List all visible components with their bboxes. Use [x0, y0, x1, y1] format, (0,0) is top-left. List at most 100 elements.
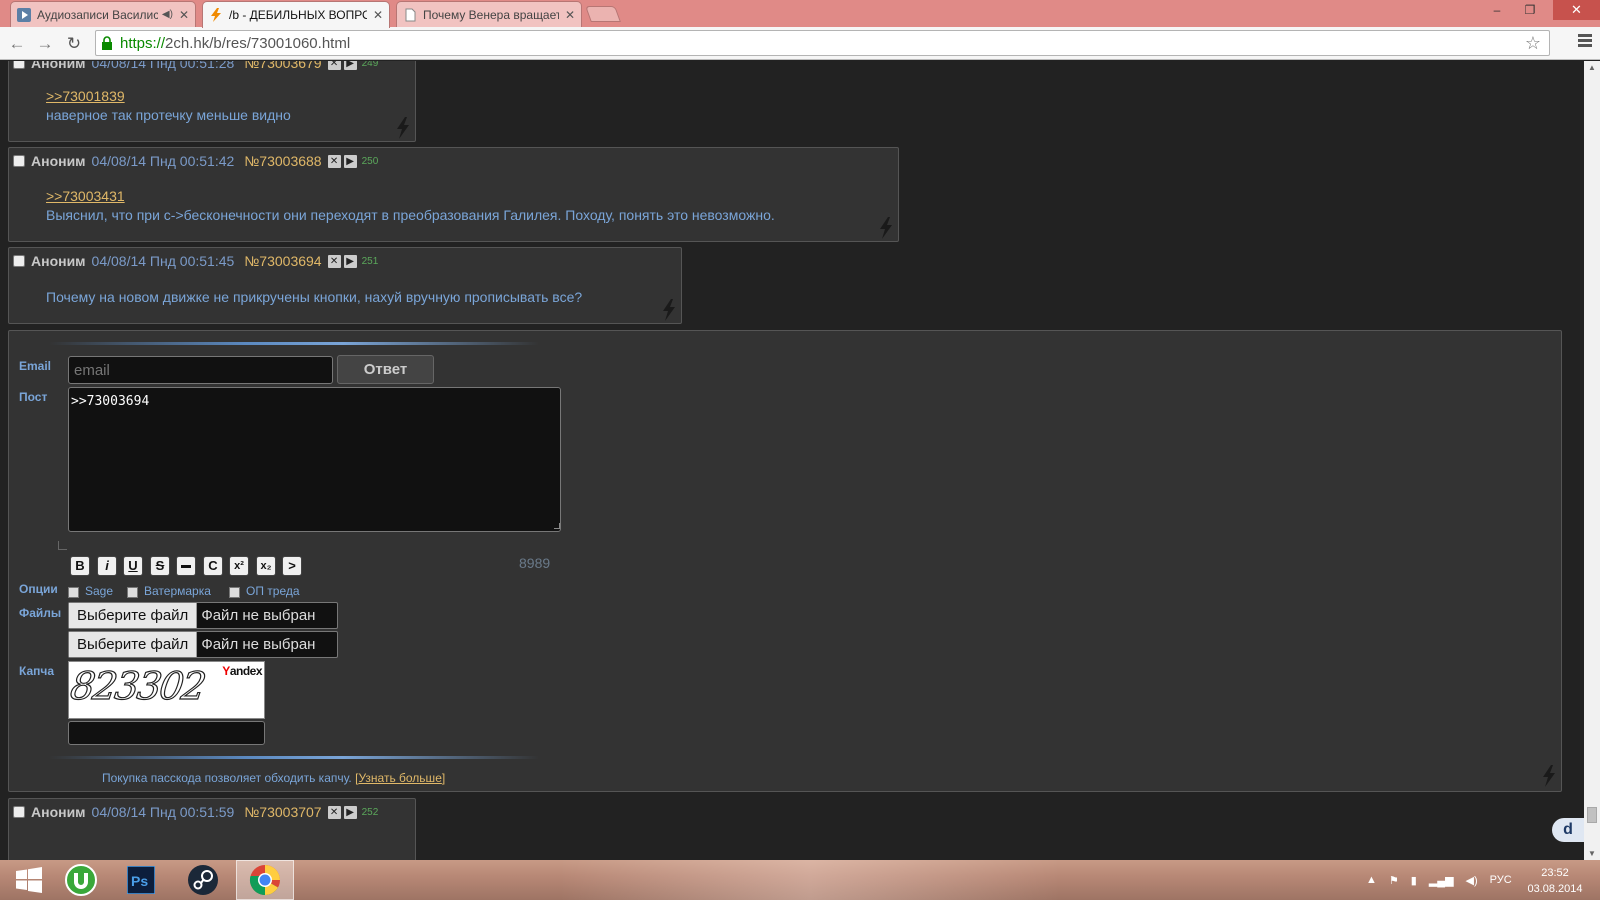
scroll-thumb[interactable]: [1587, 807, 1597, 823]
maximize-button[interactable]: ❐: [1515, 0, 1545, 20]
resize-grip[interactable]: [554, 523, 560, 529]
post-number[interactable]: №73003707: [244, 804, 321, 820]
op-label: ОП треда: [246, 584, 300, 598]
minimize-button[interactable]: –: [1482, 0, 1512, 20]
scroll-down-icon[interactable]: ▼: [1588, 849, 1596, 858]
post-text: Почему на новом движке не прикручены кно…: [46, 289, 583, 305]
scroll-up-icon[interactable]: ▲: [1588, 63, 1596, 72]
post-number[interactable]: №73003694: [244, 253, 321, 269]
back-arrow-icon[interactable]: ←: [7, 34, 27, 54]
close-window-button[interactable]: ✕: [1553, 0, 1600, 20]
choose-file-button[interactable]: Выберите файл: [69, 603, 198, 628]
captcha-input[interactable]: [68, 721, 265, 745]
choose-file-button[interactable]: Выберите файл: [69, 632, 198, 657]
hide-post-icon[interactable]: ✕: [327, 61, 341, 70]
post-number[interactable]: №73003679: [244, 61, 321, 71]
lightning-icon: [209, 8, 223, 22]
post-checkbox[interactable]: [13, 61, 25, 69]
bookmark-star-icon[interactable]: ☆: [1525, 33, 1541, 54]
learn-more-link[interactable]: Узнать больше: [358, 771, 441, 785]
tab-close-icon[interactable]: ✕: [565, 8, 575, 22]
post-date: 04/08/14 Пнд 00:51:59: [91, 804, 235, 820]
post-count: 251: [361, 255, 379, 267]
tab-audio[interactable]: Аудиозаписи Василис ◀︎) ✕: [10, 1, 196, 27]
underline-button[interactable]: U: [123, 556, 143, 576]
op-checkbox[interactable]: [229, 587, 240, 598]
bold-button[interactable]: B: [70, 556, 90, 576]
browser-titlebar: Аудиозаписи Василис ◀︎) ✕ /b - ДЕБИЛЬНЫХ…: [0, 0, 1600, 28]
new-tab-button[interactable]: [585, 6, 621, 22]
post-header: Аноним 04/08/14 Пнд 00:51:28 №73003679 ✕…: [13, 61, 378, 71]
taskbar-chrome[interactable]: [236, 860, 294, 900]
taskbar-utorrent[interactable]: [52, 860, 110, 900]
hide-post-icon[interactable]: ✕: [327, 254, 341, 268]
tab-2ch[interactable]: /b - ДЕБИЛЬНЫХ ВОПРО ✕: [202, 1, 390, 28]
tab-close-icon[interactable]: ✕: [179, 8, 189, 22]
hide-post-icon[interactable]: ✕: [327, 805, 341, 819]
steam-icon: [188, 865, 218, 895]
language-indicator[interactable]: РУС: [1490, 874, 1512, 886]
file-input-2[interactable]: Выберите файл Файл не выбран: [68, 631, 338, 658]
tab-venus[interactable]: Почему Венера вращает ✕: [396, 1, 582, 27]
post-menu-icon[interactable]: ▶: [343, 61, 357, 70]
sage-label: Sage: [85, 584, 114, 598]
reply-button[interactable]: Ответ: [337, 355, 434, 384]
file-status: Файл не выбран: [201, 636, 316, 653]
forward-arrow-icon[interactable]: →: [35, 34, 55, 54]
tab-title: Почему Венера вращает: [423, 7, 559, 22]
taskbar-photoshop[interactable]: Ps: [112, 860, 170, 900]
network-signal-icon[interactable]: ▂▄▆: [1429, 874, 1454, 887]
flag-icon[interactable]: ⚑: [1389, 874, 1399, 887]
reply-link[interactable]: >>73001839: [46, 88, 125, 104]
subscript-button[interactable]: x₂: [256, 556, 276, 576]
menu-icon[interactable]: [1578, 34, 1592, 49]
quote-button[interactable]: >: [282, 556, 302, 576]
windows-taskbar: Ps ▲ ⚑ ▮ ▂▄▆ ◀) РУС 23:52 03.08.2014: [0, 860, 1600, 900]
files-label: Файлы: [19, 606, 62, 620]
post-menu-icon[interactable]: ▶: [343, 805, 357, 819]
tray-expand-icon[interactable]: ▲: [1366, 874, 1377, 886]
file-input-1[interactable]: Выберите файл Файл не выбран: [68, 602, 338, 629]
superscript-button[interactable]: x²: [229, 556, 249, 576]
post-author: Аноним: [31, 253, 86, 269]
post-count: 249: [361, 61, 379, 69]
taskbar-clock[interactable]: 23:52 03.08.2014: [1515, 865, 1595, 897]
site-logo[interactable]: d: [1552, 818, 1584, 842]
power-icon[interactable]: ▮: [1411, 874, 1417, 887]
photoshop-icon: Ps: [127, 866, 155, 894]
post-textarea[interactable]: >>73003694: [68, 387, 561, 532]
captcha-label: Капча: [19, 664, 55, 678]
post-menu-icon[interactable]: ▶: [343, 154, 357, 168]
post-checkbox[interactable]: [13, 155, 25, 167]
passcode-text: Покупка пасскода позволяет обходить капч…: [102, 771, 352, 785]
page-scrollbar[interactable]: ▲ ▼: [1584, 61, 1600, 860]
taskbar-steam[interactable]: [174, 860, 232, 900]
post-checkbox[interactable]: [13, 806, 25, 818]
tab-close-icon[interactable]: ✕: [373, 8, 383, 22]
post-checkbox[interactable]: [13, 255, 25, 267]
lock-icon: [102, 36, 112, 50]
watermark-checkbox[interactable]: [127, 587, 138, 598]
address-bar[interactable]: https://2ch.hk/b/res/73001060.html ☆: [95, 30, 1550, 56]
spoiler-button[interactable]: ▬: [176, 556, 196, 576]
sage-checkbox[interactable]: [68, 587, 79, 598]
watermark-option[interactable]: Ватермарка: [127, 584, 211, 598]
email-label: Email: [19, 359, 52, 373]
hide-post-icon[interactable]: ✕: [327, 154, 341, 168]
windows-start-button[interactable]: [0, 860, 58, 900]
post: Аноним 04/08/14 Пнд 00:51:59 №73003707 ✕…: [8, 798, 416, 860]
reply-link[interactable]: >>73003431: [46, 188, 125, 204]
clock-time: 23:52: [1541, 867, 1569, 879]
post-label: Пост: [19, 390, 48, 404]
code-button[interactable]: C: [203, 556, 223, 576]
volume-icon[interactable]: ◀): [1466, 874, 1478, 887]
reload-icon[interactable]: ↻: [64, 34, 84, 54]
post-number[interactable]: №73003688: [244, 153, 321, 169]
strike-button[interactable]: S: [150, 556, 170, 576]
sage-option[interactable]: Sage: [68, 584, 113, 598]
post-menu-icon[interactable]: ▶: [343, 254, 357, 268]
italic-button[interactable]: i: [97, 556, 117, 576]
email-field[interactable]: [68, 356, 333, 384]
op-option[interactable]: ОП треда: [229, 584, 300, 598]
tab-title: /b - ДЕБИЛЬНЫХ ВОПРО: [229, 8, 367, 22]
